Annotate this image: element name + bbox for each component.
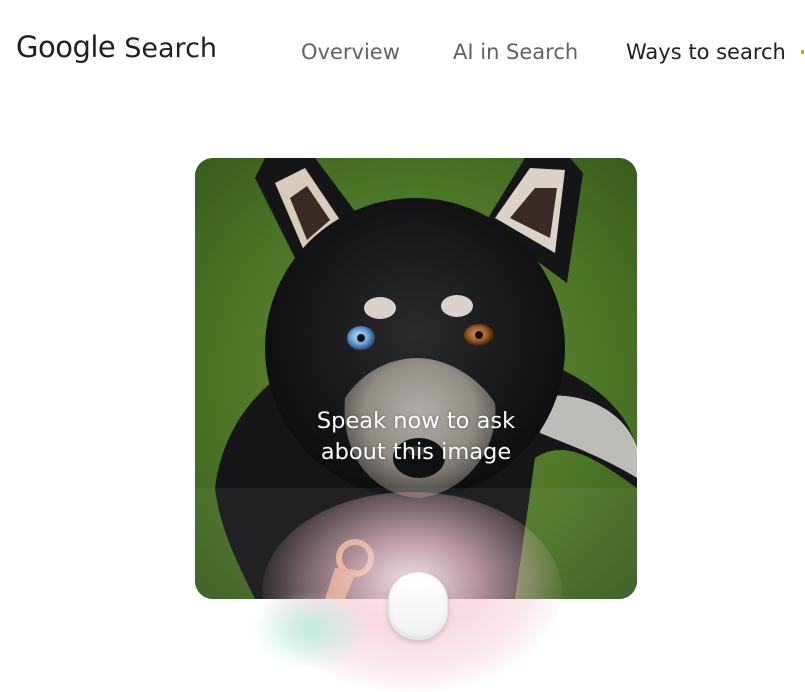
tab-ways-to-search[interactable]: Ways to search [626, 40, 786, 64]
tab-overview[interactable]: Overview [301, 40, 400, 64]
main-nav: Overview AI in Search Ways to search [0, 40, 805, 70]
dog-photo: Speak now to ask about this image [195, 158, 637, 599]
listening-glow-accent [250, 590, 370, 670]
voice-prompt-line-2: about this image [320, 439, 512, 465]
voice-prompt: Speak now to ask about this image [195, 406, 637, 468]
dog-illustration [195, 158, 637, 599]
site-header: Google Search Overview AI in Search Ways… [0, 0, 805, 110]
mic-button-icon[interactable] [388, 572, 448, 640]
tab-ai-in-search[interactable]: AI in Search [453, 40, 578, 64]
voice-prompt-line-1: Speak now to ask [316, 408, 516, 434]
overflow-indicator [801, 50, 804, 54]
